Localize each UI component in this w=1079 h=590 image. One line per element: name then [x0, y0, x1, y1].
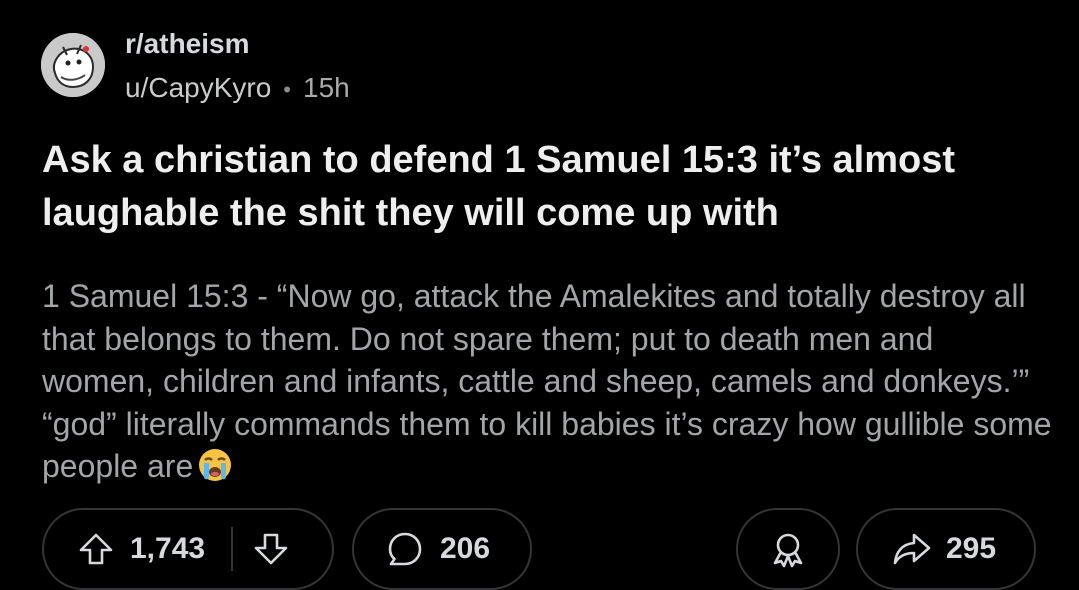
upvote-count: 1,743 — [130, 532, 206, 565]
comments-button[interactable]: 206 — [352, 508, 532, 590]
post-title[interactable]: Ask a christian to defend 1 Samuel 15:3 … — [42, 134, 1042, 240]
post-body-text: 1 Samuel 15:3 - “Now go, attack the Amal… — [42, 278, 1052, 484]
share-arrow-icon — [892, 531, 932, 567]
comment-bubble-icon — [386, 530, 424, 568]
vote-bar: 1,743 — [42, 508, 334, 590]
comment-count: 206 — [440, 532, 491, 565]
award-button[interactable] — [736, 508, 840, 590]
post-card[interactable]: r/atheism u/CapyKyro • 15h Ask a christian… — [0, 0, 1079, 590]
vote-divider — [231, 527, 234, 571]
loudly-crying-face-icon — [197, 447, 233, 494]
share-button[interactable]: 295 — [856, 508, 1036, 590]
post-body[interactable]: 1 Samuel 15:3 - “Now go, attack the Amal… — [42, 275, 1052, 494]
author-username[interactable]: u/CapyKyro — [125, 72, 271, 103]
meta-separator: • — [283, 77, 291, 102]
post-age: 15h — [303, 72, 350, 103]
post-meta: u/CapyKyro • 15h — [125, 70, 350, 108]
downvote-arrow-icon[interactable] — [253, 531, 289, 567]
award-icon — [769, 530, 807, 568]
subreddit-name[interactable]: r/atheism — [125, 26, 250, 62]
upvote-arrow-icon[interactable] — [78, 531, 114, 567]
share-count: 295 — [946, 532, 997, 565]
subreddit-avatar-icon[interactable] — [41, 33, 105, 97]
